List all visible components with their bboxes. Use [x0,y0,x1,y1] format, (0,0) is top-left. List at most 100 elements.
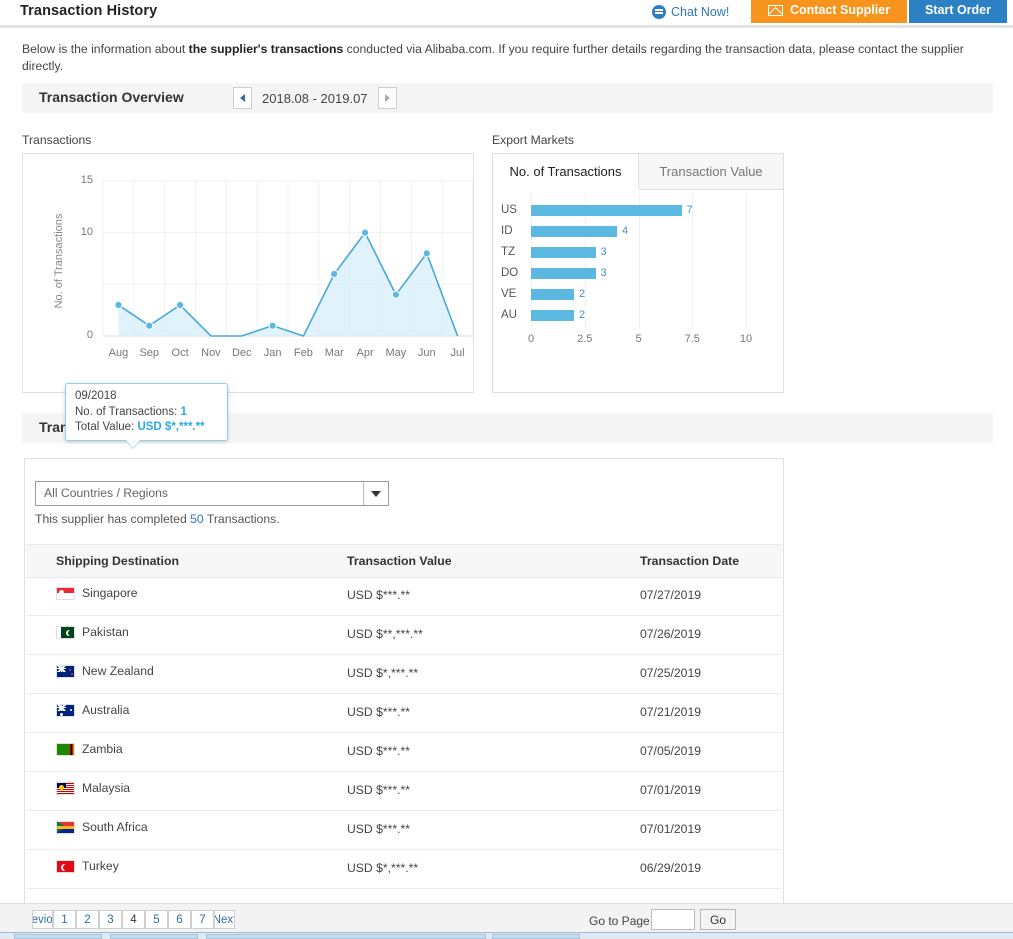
column-header-shipping-destination: Shipping Destination [56,554,179,568]
bar-fill [531,247,596,258]
table-row[interactable]: Pakistan USD $**,***.** 07/26/2019 [26,615,782,655]
bar-x-tick-label: 10 [739,333,753,345]
go-button[interactable]: Go [700,909,736,930]
next-period-button[interactable] [377,87,397,109]
x-tick-label: Feb [293,347,313,359]
cell-transaction-value: USD $*,***.** [347,666,419,680]
cell-shipping-destination: Zambia [56,742,123,756]
table-row[interactable]: Singapore USD $***.** 07/27/2019 [26,576,782,616]
prev-period-button[interactable] [233,87,252,109]
bar-fill [531,226,617,237]
bar-x-tick-label: 2.5 [577,333,593,345]
cell-transaction-value: USD $***.** [347,705,410,719]
page-header: Transaction History Chat Now! Contact Su… [0,0,1013,26]
table-row[interactable]: Turkey USD $*,***.** 06/29/2019 [26,849,782,889]
taskbar-item[interactable] [110,934,198,939]
tooltip-total-label: Total Value: [75,421,135,433]
cell-transaction-date: 07/25/2019 [640,666,701,680]
transactions-line-chart-card: No. of Transactions 0 10 15 Aug Sep Oct Nov De… [22,153,474,448]
contact-supplier-label: Contact Supplier [789,3,890,17]
country-name: Pakistan [82,625,129,639]
cell-shipping-destination: South Africa [56,820,148,834]
column-header-transaction-date: Transaction Date [640,554,740,568]
pagination-page-1[interactable]: 1 [53,910,76,929]
bar-fill [531,268,596,279]
cell-transaction-date: 07/01/2019 [640,783,701,797]
cell-transaction-value: USD $*,***.** [347,861,419,875]
flag-icon [56,781,75,795]
tab-transaction-value[interactable]: Transaction Value [639,154,783,190]
completed-suffix: Transactions. [203,512,280,526]
export-markets-label: Export Markets [492,133,574,147]
table-row[interactable]: South Africa USD $***.** 07/01/2019 [26,810,782,850]
cell-transaction-date: 07/21/2019 [640,705,701,719]
caret-down-glyph [371,490,381,497]
bar-row: VE 2 [493,286,783,303]
tooltip-count-label: No. of Transactions: [75,405,178,418]
transactions-chart-label: Transactions [22,133,92,147]
pagination-page-4[interactable]: 4 [122,910,145,929]
country-name: South Africa [82,820,148,834]
pagination-previous[interactable]: Previous [32,910,53,929]
table-row[interactable]: New Zealand USD $*,***.** 07/25/2019 [26,654,782,694]
flag-icon [56,820,75,834]
pagination-page-7[interactable]: 7 [191,910,214,929]
cell-transaction-value: USD $**,***.** [347,627,423,641]
table-row[interactable]: Australia USD $***.** 07/21/2019 [26,693,782,733]
table-row[interactable]: Malaysia USD $***.** 07/01/2019 [26,771,782,811]
bar-fill [531,289,574,300]
country-filter-select[interactable]: All Countries / Regions [35,481,389,506]
cell-transaction-value: USD $***.** [347,588,410,602]
column-header-transaction-value: Transaction Value [347,554,452,568]
envelope-icon [767,4,783,16]
cell-shipping-destination: Turkey [56,859,119,873]
date-range-label: 2018.08 - 2019.07 [262,90,368,106]
cell-transaction-value: USD $***.** [347,783,410,797]
chevron-down-icon[interactable] [363,482,388,505]
x-tick-label: Aug [108,347,129,359]
country-name: Zambia [82,742,123,756]
x-tick-label: Jan [263,347,282,359]
pagination-page-3[interactable]: 3 [99,910,122,929]
line-chart: No. of Transactions 0 10 15 Aug Sep Oct Nov De… [23,154,473,392]
pagination-page-5[interactable]: 5 [145,910,168,929]
pagination-page-2[interactable]: 2 [76,910,99,929]
bar-category-label: VE [501,288,517,300]
goto-page-input[interactable] [651,909,695,930]
taskbar-item[interactable] [14,934,102,939]
tooltip-count-value: 1 [180,405,187,418]
bar-value-label: 3 [600,246,607,258]
y-tick-label: 15 [80,174,93,186]
country-name: Turkey [82,859,119,873]
bar-value-label: 7 [686,204,693,216]
table-row[interactable]: Zambia USD $***.** 07/05/2019 [26,732,782,772]
flag-icon [56,625,75,639]
transaction-overview-title: Transaction Overview [39,89,184,105]
caret-left-icon [240,94,245,102]
x-tick-label: Sep [139,347,160,359]
x-tick-label: Apr [356,347,374,359]
date-range-nav: 2018.08 - 2019.07 [233,87,397,109]
bar-value-label: 3 [600,267,607,279]
bar-row: US 7 [493,202,783,219]
pagination-page-6[interactable]: 6 [168,910,191,929]
tab-no-of-transactions[interactable]: No. of Transactions [493,154,639,190]
caret-right-icon [384,94,390,102]
pagination-bar: Previous1234567Next Go to Page Go [0,903,1013,933]
taskbar-item[interactable] [492,934,580,939]
tooltip-total-value: USD $*,***.** [137,421,205,433]
chat-now-label: Chat Now! [671,5,730,19]
y-tick-label: 10 [80,225,93,238]
cell-shipping-destination: New Zealand [56,664,154,678]
pagination-next[interactable]: Next [214,910,235,929]
bar-category-label: AU [501,309,517,321]
taskbar-item[interactable] [206,934,486,939]
contact-supplier-button[interactable]: Contact Supplier [751,0,907,23]
export-markets-bar-chart: US 7 ID 4 TZ 3 DO 3 VE 2 AU 2 0 2.5 5 7.5 10 [493,190,783,392]
chat-now-button[interactable]: Chat Now! [652,2,729,22]
bar-category-label: TZ [501,246,516,258]
start-order-button[interactable]: Start Order [909,0,1007,23]
bar-value-label: 4 [622,225,629,237]
bar-category-label: ID [501,225,513,237]
transaction-overview-header: Transaction Overview 2018.08 - 2019.07 [22,83,993,113]
